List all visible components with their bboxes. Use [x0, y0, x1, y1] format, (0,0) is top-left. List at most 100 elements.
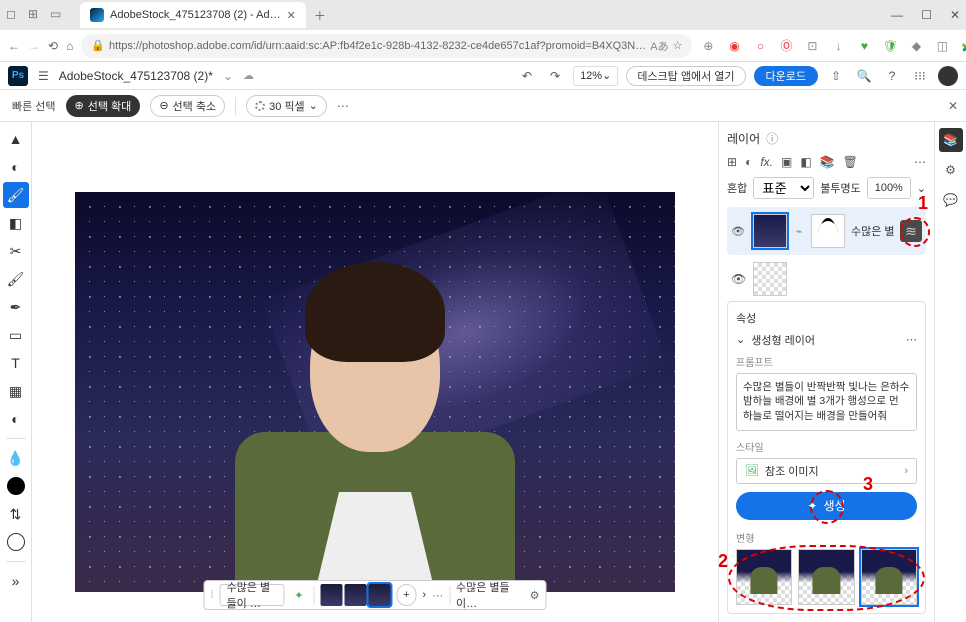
brush-tool[interactable]: 🖌: [3, 266, 29, 292]
context-add-button[interactable]: +: [396, 584, 416, 606]
download-button[interactable]: 다운로드: [754, 66, 818, 86]
ext-icon-1[interactable]: ⊕: [700, 38, 716, 54]
browser-tab[interactable]: AdobeStock_475123708 (2) - Ad… ✕: [80, 2, 306, 28]
panel-menu-button[interactable]: ⋯: [914, 155, 926, 169]
blend-mode-select[interactable]: 표준: [753, 177, 814, 199]
more-options-button[interactable]: ⋯: [337, 99, 349, 113]
star-icon[interactable]: ☆: [673, 39, 683, 52]
shrink-selection-button[interactable]: ⊖ 선택 축소: [150, 95, 225, 117]
context-style-button[interactable]: ✦: [290, 584, 307, 606]
generate-button[interactable]: ✦ 생성: [736, 492, 917, 520]
layer-properties-button[interactable]: ≋: [900, 220, 922, 242]
workspaces-icon[interactable]: ⊞: [28, 7, 38, 21]
ext-icon-5[interactable]: ⊡: [804, 38, 820, 54]
context-settings-icon[interactable]: ⚙: [530, 589, 540, 602]
extensions-icon[interactable]: 🧩: [960, 38, 966, 54]
maximize-button[interactable]: ☐: [921, 8, 932, 22]
rectangle-tool[interactable]: ▭: [3, 322, 29, 348]
variation-thumb-1[interactable]: [736, 549, 792, 605]
layer-visibility-icon[interactable]: 👁: [731, 272, 747, 286]
zoom-control[interactable]: 12% ⌄: [573, 66, 618, 86]
reload-button[interactable]: ⟲: [48, 39, 58, 53]
info-icon[interactable]: ⓘ: [766, 130, 778, 147]
new-tab-button[interactable]: ＋: [314, 7, 326, 24]
comments-rail-icon[interactable]: 💬: [939, 188, 963, 212]
context-handle-icon[interactable]: ⁞: [211, 589, 214, 601]
help-icon[interactable]: ?: [882, 69, 902, 83]
search-icon[interactable]: 🔍: [854, 69, 874, 83]
more-tools-button[interactable]: »: [3, 568, 29, 594]
variation-thumb-2[interactable]: [798, 549, 854, 605]
swap-colors-button[interactable]: ⇅: [3, 501, 29, 527]
text-tool[interactable]: T: [3, 350, 29, 376]
bg-color-swatch[interactable]: [3, 529, 29, 555]
expand-selection-button[interactable]: ⊕ 선택 확대: [66, 95, 141, 117]
layer-link-icon[interactable]: ⌁: [793, 225, 805, 238]
layer-row-2[interactable]: 👁: [727, 261, 926, 297]
brush-size-control[interactable]: 30 픽셀 ⌄: [246, 95, 327, 117]
canvas[interactable]: [75, 192, 675, 592]
layer-thumbnail[interactable]: [753, 262, 787, 296]
share-icon[interactable]: ⇧: [826, 69, 846, 83]
fx-button[interactable]: fx.: [760, 155, 773, 169]
tab-actions-icon[interactable]: ▭: [50, 7, 61, 21]
ext-icon-4[interactable]: Ⓞ: [778, 38, 794, 54]
photoshop-logo-icon[interactable]: Ps: [8, 66, 28, 86]
layer-row-1[interactable]: 👁 ⌁ 수많은 별들 ≋: [727, 207, 926, 255]
reference-image-button[interactable]: 🖼 참조 이미지 ›: [736, 458, 917, 484]
tab-close-icon[interactable]: ✕: [287, 9, 296, 22]
ext-icon-8[interactable]: 🛡: [882, 38, 898, 54]
chevron-down-icon[interactable]: ⌄: [736, 333, 745, 346]
context-next-icon[interactable]: ›: [422, 589, 426, 601]
adjust-rail-icon[interactable]: ⚙: [939, 158, 963, 182]
ext-icon-6[interactable]: ↓: [830, 38, 846, 54]
lasso-tool[interactable]: ◐: [3, 154, 29, 180]
back-button[interactable]: ←: [8, 39, 20, 53]
undo-button[interactable]: ↶: [517, 69, 537, 83]
crop-tool[interactable]: ✂: [3, 238, 29, 264]
ext-icon-9[interactable]: ◆: [908, 38, 924, 54]
cloud-sync-icon[interactable]: ☁: [243, 69, 254, 82]
home-button[interactable]: ⌂: [66, 39, 73, 53]
eyedropper-tool[interactable]: 💧: [3, 445, 29, 471]
context-thumb-1[interactable]: [320, 584, 342, 606]
layer-name[interactable]: 수많은 별들: [851, 223, 894, 239]
context-prompt-input[interactable]: 수많은 별들이 …: [220, 584, 285, 606]
context-more-icon[interactable]: ⋯: [432, 589, 443, 602]
minimize-button[interactable]: —: [891, 8, 903, 22]
redo-button[interactable]: ↷: [545, 69, 565, 83]
opacity-input[interactable]: 100%: [867, 177, 911, 199]
prompt-textarea[interactable]: 수많은 별들이 반짝반짝 빛나는 은하수 밤하늘 배경에 별 3개가 행성으로 …: [736, 373, 917, 431]
layers-rail-icon[interactable]: 📚: [939, 128, 963, 152]
add-layer-button[interactable]: ⊞: [727, 155, 737, 169]
avatar[interactable]: [938, 66, 958, 86]
menu-button[interactable]: ☰: [38, 69, 49, 83]
clip-button[interactable]: ◧: [800, 155, 811, 169]
variation-thumb-3[interactable]: [861, 549, 917, 605]
context-thumb-2[interactable]: [344, 584, 366, 606]
apps-icon[interactable]: ⁝⁝⁝: [910, 69, 930, 83]
mask-button[interactable]: ▣: [781, 155, 792, 169]
props-menu-button[interactable]: ⋯: [906, 333, 917, 346]
remove-tool[interactable]: ◧: [3, 210, 29, 236]
profile-icon[interactable]: ◻: [6, 7, 16, 21]
pen-tool[interactable]: ✒: [3, 294, 29, 320]
layer-thumbnail[interactable]: [753, 214, 787, 248]
color-swatch[interactable]: [3, 473, 29, 499]
group-button[interactable]: 📚: [820, 155, 835, 169]
close-options-button[interactable]: ✕: [948, 99, 958, 113]
context-thumb-3[interactable]: [368, 584, 390, 606]
gradient-tool[interactable]: ▦: [3, 378, 29, 404]
ext-icon-2[interactable]: ◉: [726, 38, 742, 54]
open-desktop-button[interactable]: 데스크탑 앱에서 열기: [626, 66, 745, 86]
close-window-button[interactable]: ✕: [950, 8, 960, 22]
translate-icon[interactable]: Aあ: [650, 38, 668, 54]
sidebar-icon[interactable]: ◫: [934, 38, 950, 54]
adjust-tool[interactable]: ◐: [3, 406, 29, 432]
layer-visibility-icon[interactable]: 👁: [731, 225, 747, 238]
ext-icon-3[interactable]: ○: [752, 38, 768, 54]
doc-chevron-icon[interactable]: ⌄: [223, 69, 233, 83]
delete-button[interactable]: 🗑: [843, 155, 858, 169]
layer-mask-thumbnail[interactable]: [811, 214, 845, 248]
adjustment-icon[interactable]: ◐: [745, 155, 752, 169]
